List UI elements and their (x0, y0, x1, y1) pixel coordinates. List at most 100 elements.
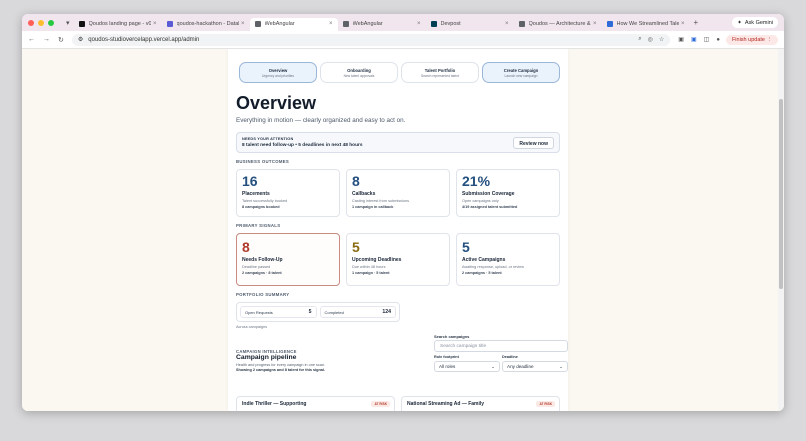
tab-close-icon[interactable]: × (593, 21, 597, 27)
workflow-steps: Overview Urgency and priorities Onboarding… (239, 62, 560, 83)
tab-label: qoudos-hackathon - Datab (176, 21, 239, 27)
ask-gemini-button[interactable]: ✦ Ask Gemini (732, 17, 778, 28)
campaign-pipeline-header: CAMPAIGN INTELLIGENCE Campaign pipeline … (236, 334, 568, 394)
metric-value: 8 (352, 173, 360, 189)
omnibox-icons: ⌕ ◎ ☆ (638, 36, 664, 43)
tab-label: How We Streamlined Talent (616, 21, 679, 27)
campaign-meta: 0/5 submitted · Single role campaign (242, 410, 389, 411)
step-create-campaign[interactable]: Create Campaign Launch new campaign (482, 62, 560, 83)
metric-value: 21% (462, 173, 491, 189)
role-footprint-value: All roles (439, 364, 456, 369)
portfolio-item: Completed 124 (319, 306, 396, 318)
business-outcomes-cards: 16 Placements Talent successfully booked 8 … (236, 169, 560, 217)
deadline-select[interactable]: Any deadline ⌄ (502, 361, 568, 372)
tab-label: WebAngular (352, 21, 383, 27)
toolbar-icons: ▣ ▣ ◫ ● (678, 36, 720, 44)
address-bar[interactable]: ⚙ qoudos-studiovercelapp.vercel.app/admi… (71, 33, 671, 46)
extension-icon[interactable]: ▣ (678, 36, 684, 43)
metric-title: Submission Coverage (462, 191, 515, 197)
window-controls (28, 19, 54, 26)
tab-favicon-icon (254, 21, 261, 27)
tab-label: Qoudos landing page - v0 b (88, 21, 151, 27)
chevron-down-icon: ⌄ (491, 364, 495, 369)
step-talent-portfolio[interactable]: Talent Portfolio Search represented talen… (401, 62, 479, 83)
site-info-icon[interactable]: ⚙ (78, 36, 83, 43)
tab-close-icon[interactable]: × (329, 21, 333, 27)
page-scrollbar[interactable] (778, 49, 784, 411)
tab-favicon-icon (518, 21, 525, 27)
tab-close-icon[interactable]: × (241, 21, 245, 27)
page-viewport: Overview Urgency and priorities Onboarding… (22, 49, 784, 411)
browser-tab[interactable]: How We Streamlined Talent × (602, 18, 690, 31)
tab-label: Devpost (440, 21, 461, 27)
metric-card[interactable]: 8 Needs Follow-Up Deadline passed 2 campaig… (236, 233, 340, 286)
tab-search-icon[interactable]: ▾ (66, 19, 70, 27)
minimize-window-button[interactable] (38, 19, 44, 26)
profile-avatar[interactable]: ● (716, 37, 720, 43)
metric-description: Awaiting response, upload, or review (462, 265, 524, 269)
new-tab-button[interactable]: + (694, 18, 699, 27)
search-campaigns-input[interactable]: Search campaign title (434, 340, 568, 352)
metric-card[interactable]: 16 Placements Talent successfully booked 8 … (236, 169, 340, 217)
incognito-icon[interactable]: ◎ (648, 36, 653, 43)
metric-card[interactable]: 5 Upcoming Deadlines Due within 48 hours 1 … (346, 233, 450, 286)
metric-card[interactable]: 8 Callbacks Casting interest from submissi… (346, 169, 450, 217)
reload-icon[interactable]: ↻ (58, 36, 64, 44)
status-badge: AT RISK (371, 401, 390, 407)
metric-value: 16 (242, 173, 258, 189)
metric-description: Talent successfully booked (242, 199, 288, 203)
forward-icon[interactable]: → (43, 36, 50, 43)
finish-update-button[interactable]: Finish update ⋮ (725, 34, 778, 45)
portfolio-summary-label: PORTFOLIO SUMMARY (236, 292, 290, 297)
primary-signals-label: PRIMARY SIGNALS (236, 223, 281, 228)
browser-tab[interactable]: WebAngular × (249, 17, 338, 31)
step-title: Onboarding (347, 68, 371, 73)
tab-close-icon[interactable]: × (417, 21, 421, 27)
browser-tab[interactable]: Qoudos — Architecture & S × (514, 18, 602, 31)
metric-title: Upcoming Deadlines (352, 257, 402, 263)
chevron-down-icon: ⌄ (559, 364, 563, 369)
browser-window: ▾ Qoudos landing page - v0 b × qoudos-hack… (22, 14, 784, 411)
metric-title: Active Campaigns (462, 257, 506, 263)
browser-tab[interactable]: qoudos-hackathon - Datab × (162, 18, 250, 31)
tab-close-icon[interactable]: × (153, 21, 157, 27)
metric-description: Open campaigns only (462, 199, 499, 203)
campaign-name: National Streaming Ad — Family (407, 401, 485, 407)
browser-tab[interactable]: Devpost × (426, 18, 514, 31)
back-icon[interactable]: ← (28, 36, 35, 43)
review-now-button[interactable]: Review now (513, 137, 554, 149)
step-onboarding[interactable]: Onboarding New talent approvals (320, 62, 398, 83)
step-title: Overview (268, 68, 288, 73)
extension-blue-icon[interactable]: ▣ (691, 36, 697, 43)
step-subtitle: Launch new campaign (504, 74, 538, 78)
admin-content: Overview Urgency and priorities Onboarding… (228, 49, 568, 411)
browser-tab[interactable]: WebAngular × (338, 18, 426, 31)
close-window-button[interactable] (28, 19, 34, 26)
metric-card[interactable]: 5 Active Campaigns Awaiting response, uplo… (456, 233, 560, 286)
role-footprint-select[interactable]: All roles ⌄ (434, 361, 500, 372)
campaign-card[interactable]: Indie Thriller — Supporting AT RISK 0/5 su… (236, 396, 395, 411)
bookmark-star-icon[interactable]: ☆ (659, 36, 664, 43)
browser-toolbar: ← → ↻ ⚙ qoudos-studiovercelapp.vercel.ap… (22, 31, 784, 49)
portfolio-item-value: 124 (382, 309, 391, 315)
tab-close-icon[interactable]: × (505, 21, 509, 27)
campaign-card[interactable]: National Streaming Ad — Family AT RISK 1/4… (401, 396, 560, 411)
url-text: qoudos-studiovercelapp.vercel.app/admin (88, 36, 200, 43)
maximize-window-button[interactable] (48, 19, 54, 26)
pipeline-title: Campaign pipeline (236, 354, 297, 361)
primary-signals-cards: 8 Needs Follow-Up Deadline passed 2 campaig… (236, 233, 560, 286)
metric-description: Due within 48 hours (352, 265, 386, 269)
metric-description: Casting interest from submissions (352, 199, 409, 203)
portfolio-note: Across campaigns (236, 325, 268, 329)
search-campaigns-label: Search campaigns (434, 334, 470, 339)
portfolio-item-label: Completed (324, 309, 344, 315)
scrollbar-thumb[interactable] (779, 99, 783, 289)
side-panel-icon[interactable]: ◫ (704, 36, 710, 43)
step-overview[interactable]: Overview Urgency and priorities (239, 62, 317, 83)
zoom-icon[interactable]: ⌕ (638, 36, 641, 43)
campaign-name: Indie Thriller — Supporting (242, 401, 307, 407)
browser-tab[interactable]: Qoudos landing page - v0 b × (74, 18, 162, 31)
metric-meta: 8 campaigns booked (242, 205, 280, 209)
metric-card[interactable]: 21% Submission Coverage Open campaigns onl… (456, 169, 560, 217)
tab-close-icon[interactable]: × (681, 21, 685, 27)
